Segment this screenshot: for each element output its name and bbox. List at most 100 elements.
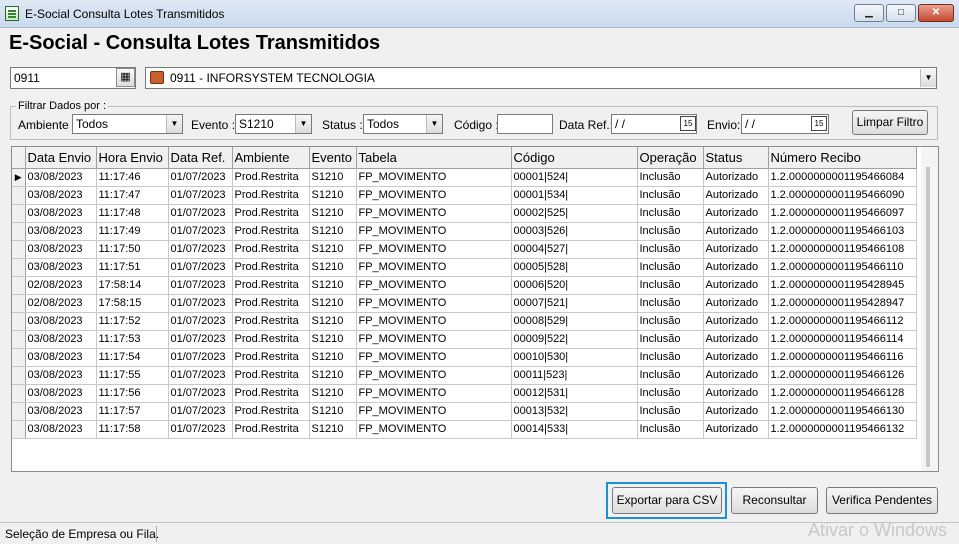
scrollbar-thumb[interactable] — [926, 167, 930, 467]
row-indicator — [12, 186, 26, 205]
table-cell: FP_MOVIMENTO — [356, 168, 512, 187]
table-row[interactable]: 03/08/2023 11:17:58 01/07/2023 Prod.Restrit… — [12, 420, 917, 439]
table-cell: FP_MOVIMENTO — [356, 402, 512, 421]
chevron-down-icon[interactable]: ▼ — [920, 69, 936, 87]
calendar-icon[interactable]: 15 — [680, 116, 696, 131]
table-cell: S1210 — [309, 330, 357, 349]
table-cell: 01/07/2023 — [168, 294, 233, 313]
minimize-button[interactable]: ▁ — [854, 4, 884, 22]
table-row[interactable]: 03/08/2023 11:17:54 01/07/2023 Prod.Restrit… — [12, 348, 917, 367]
table-cell: 11:17:54 — [96, 348, 169, 367]
table-cell: 00007|521| — [511, 294, 638, 313]
table-cell: 01/07/2023 — [168, 186, 233, 205]
chevron-down-icon[interactable]: ▼ — [166, 115, 182, 133]
calendar-icon[interactable]: 15 — [811, 116, 827, 131]
table-cell: 11:17:46 — [96, 168, 169, 187]
column-header[interactable]: Tabela — [356, 147, 512, 169]
status-text: Seleção de Empresa ou Fila. — [5, 527, 160, 541]
column-header[interactable]: Data Ref. — [168, 147, 233, 169]
table-row[interactable]: 03/08/2023 11:17:53 01/07/2023 Prod.Restrit… — [12, 330, 917, 349]
table-cell: FP_MOVIMENTO — [356, 258, 512, 277]
chevron-down-icon[interactable]: ▼ — [426, 115, 442, 133]
table-row[interactable]: 03/08/2023 11:17:49 01/07/2023 Prod.Restrit… — [12, 222, 917, 241]
table-cell: 01/07/2023 — [168, 402, 233, 421]
table-cell: S1210 — [309, 240, 357, 259]
table-cell: Inclusão — [637, 240, 704, 259]
column-header[interactable]: Evento — [309, 147, 357, 169]
table-row[interactable]: 03/08/2023 11:17:48 01/07/2023 Prod.Restrit… — [12, 204, 917, 223]
vertical-scrollbar[interactable] — [921, 147, 938, 471]
table-cell: Prod.Restrita — [232, 240, 310, 259]
app-icon — [5, 6, 19, 21]
table-cell: 03/08/2023 — [25, 240, 97, 259]
table-cell: Inclusão — [637, 348, 704, 367]
table-cell: 11:17:51 — [96, 258, 169, 277]
table-cell: FP_MOVIMENTO — [356, 294, 512, 313]
table-row[interactable]: 02/08/2023 17:58:14 01/07/2023 Prod.Restrit… — [12, 276, 917, 295]
table-cell: 1.2.0000000001195466090 — [768, 186, 917, 205]
table-cell: 01/07/2023 — [168, 348, 233, 367]
table-cell: Prod.Restrita — [232, 294, 310, 313]
column-header[interactable]: Operação — [637, 147, 704, 169]
column-header[interactable]: Hora Envio — [96, 147, 169, 169]
table-row[interactable]: 03/08/2023 11:17:50 01/07/2023 Prod.Restrit… — [12, 240, 917, 259]
table-cell: Prod.Restrita — [232, 348, 310, 367]
table-cell: Autorizado — [703, 312, 769, 331]
table-row[interactable]: ▶ 03/08/2023 11:17:46 01/07/2023 Prod.Restri… — [12, 168, 917, 187]
table-cell: 00008|529| — [511, 312, 638, 331]
table-cell: S1210 — [309, 186, 357, 205]
table-row[interactable]: 03/08/2023 11:17:57 01/07/2023 Prod.Restrit… — [12, 402, 917, 421]
table-cell: 01/07/2023 — [168, 420, 233, 439]
status-label: Status : — [322, 118, 363, 132]
evento-label: Evento : — [191, 118, 236, 132]
table-row[interactable]: 03/08/2023 11:17:52 01/07/2023 Prod.Restrit… — [12, 312, 917, 331]
table-row[interactable]: 02/08/2023 17:58:15 01/07/2023 Prod.Restrit… — [12, 294, 917, 313]
table-cell: 01/07/2023 — [168, 258, 233, 277]
table-cell: 1.2.0000000001195466112 — [768, 312, 917, 331]
table-cell: Inclusão — [637, 384, 704, 403]
column-header[interactable]: Data Envio — [25, 147, 97, 169]
row-indicator — [12, 366, 26, 385]
table-row[interactable]: 03/08/2023 11:17:47 01/07/2023 Prod.Restrit… — [12, 186, 917, 205]
table-cell: FP_MOVIMENTO — [356, 384, 512, 403]
table-cell: Inclusão — [637, 366, 704, 385]
activation-watermark: Ativar o Windows — [808, 520, 948, 540]
lotes-grid[interactable]: Data Envio Hora Envio Data Ref. Ambiente Eve… — [11, 146, 939, 472]
table-cell: Inclusão — [637, 276, 704, 295]
table-cell: 01/07/2023 — [168, 384, 233, 403]
table-row[interactable]: 03/08/2023 11:17:56 01/07/2023 Prod.Restrit… — [12, 384, 917, 403]
verifica-pendentes-button[interactable]: Verifica Pendentes — [826, 487, 938, 514]
column-header[interactable]: Ambiente — [232, 147, 310, 169]
reconsultar-button[interactable]: Reconsultar — [731, 487, 818, 514]
export-csv-button[interactable]: Exportar para CSV — [612, 487, 722, 514]
table-row[interactable]: 03/08/2023 11:17:55 01/07/2023 Prod.Restrit… — [12, 366, 917, 385]
clear-filter-button[interactable]: Limpar Filtro — [852, 110, 928, 135]
company-select[interactable]: 0911 - INFORSYSTEM TECNOLOGIA — [145, 67, 937, 89]
table-cell: Autorizado — [703, 402, 769, 421]
table-cell: 1.2.0000000001195428947 — [768, 294, 917, 313]
table-cell: Prod.Restrita — [232, 222, 310, 241]
page-title: E-Social - Consulta Lotes Transmitidos — [9, 32, 381, 54]
table-cell: Prod.Restrita — [232, 384, 310, 403]
table-row[interactable]: 03/08/2023 11:17:51 01/07/2023 Prod.Restrit… — [12, 258, 917, 277]
maximize-button[interactable]: □ — [886, 4, 916, 22]
row-indicator — [12, 420, 26, 439]
row-indicator — [12, 330, 26, 349]
table-cell: 00010|530| — [511, 348, 638, 367]
column-header[interactable]: Número Recibo — [768, 147, 917, 169]
table-cell: 1.2.0000000001195428945 — [768, 276, 917, 295]
chevron-down-icon[interactable]: ▼ — [295, 115, 311, 133]
codigo-input[interactable] — [497, 114, 553, 134]
table-cell: 1.2.0000000001195466108 — [768, 240, 917, 259]
column-header[interactable]: Código — [511, 147, 638, 169]
close-button[interactable]: ✕ — [918, 4, 954, 22]
table-cell: 03/08/2023 — [25, 168, 97, 187]
table-cell: Autorizado — [703, 168, 769, 187]
column-header[interactable]: Status — [703, 147, 769, 169]
company-lookup-button[interactable]: ▦ — [116, 68, 135, 87]
table-cell: S1210 — [309, 348, 357, 367]
search-grid-icon: ▦ — [120, 71, 131, 83]
table-cell: Autorizado — [703, 222, 769, 241]
row-indicator-header — [12, 147, 26, 169]
table-cell: S1210 — [309, 204, 357, 223]
